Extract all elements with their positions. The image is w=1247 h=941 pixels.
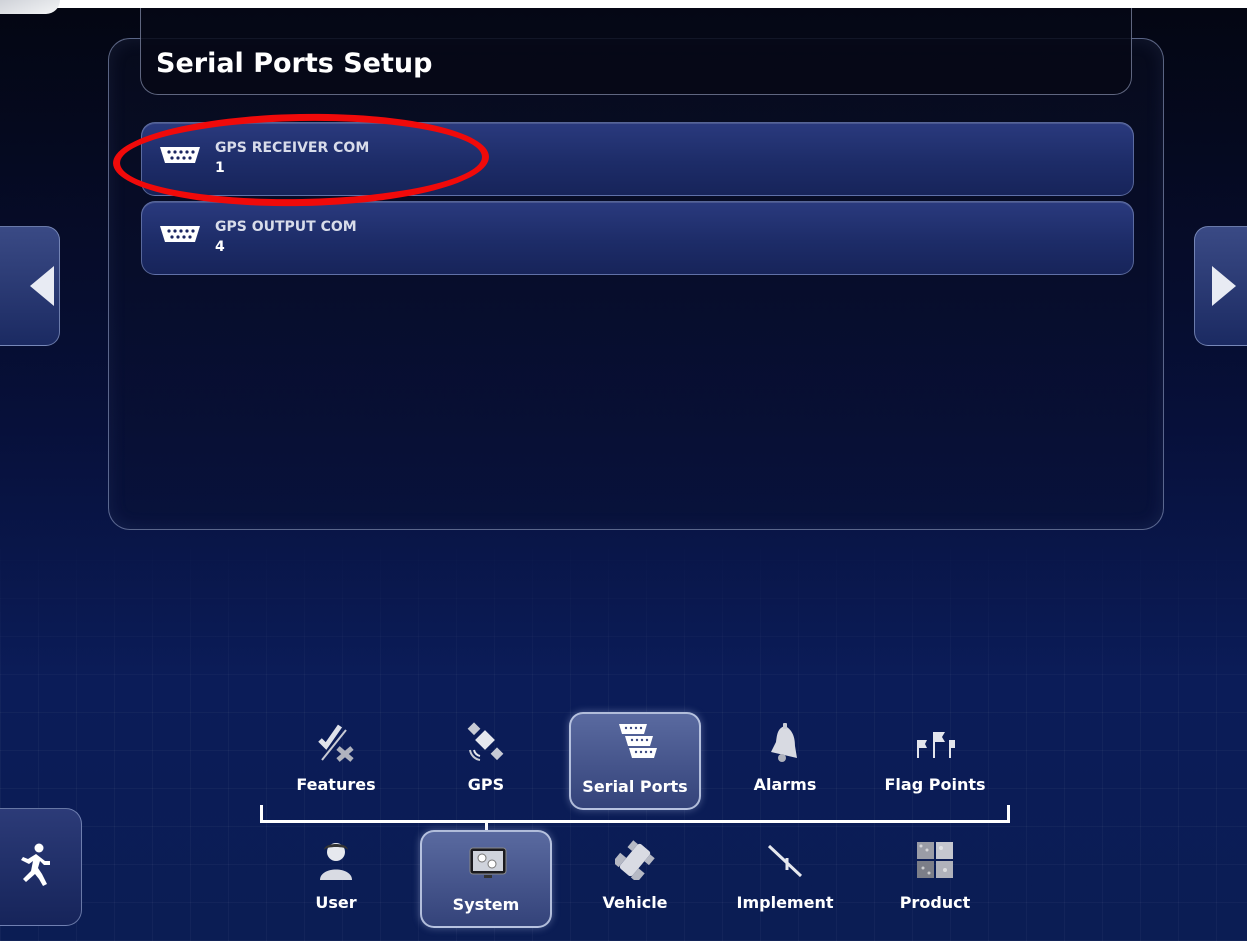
tab-label: System bbox=[452, 895, 520, 914]
next-page-button[interactable] bbox=[1194, 226, 1247, 346]
tab-alarms[interactable]: Alarms bbox=[719, 712, 851, 810]
tab-label: Product bbox=[899, 893, 971, 912]
port-value: 1 bbox=[215, 160, 225, 176]
tab-label: Alarms bbox=[753, 775, 817, 794]
top-bar bbox=[0, 0, 1247, 14]
right-arrow-icon bbox=[1212, 266, 1236, 306]
serial-ports-icon bbox=[619, 724, 657, 758]
tab-gps[interactable]: GPS bbox=[420, 712, 552, 810]
port-item-gps-receiver[interactable]: GPS RECEIVER COM 1 bbox=[141, 122, 1134, 196]
port-label: GPS RECEIVER COM bbox=[215, 140, 370, 156]
implement-icon bbox=[767, 844, 803, 878]
tab-label: Vehicle bbox=[602, 893, 668, 912]
check-x-icon bbox=[318, 724, 354, 762]
system-icon bbox=[469, 847, 507, 878]
tab-label: Implement bbox=[736, 893, 834, 912]
running-man-icon bbox=[21, 843, 50, 886]
tab-product[interactable]: Product bbox=[869, 830, 1001, 928]
exit-button[interactable] bbox=[0, 808, 82, 926]
product-icon bbox=[917, 842, 953, 878]
tab-user[interactable]: User bbox=[270, 830, 402, 928]
tab-features[interactable]: Features bbox=[270, 712, 402, 810]
tab-label: Flag Points bbox=[884, 775, 986, 794]
tab-label: GPS bbox=[467, 775, 505, 794]
tab-bracket bbox=[260, 820, 1010, 823]
tab-implement[interactable]: Implement bbox=[719, 830, 851, 928]
page-title: Serial Ports Setup bbox=[156, 48, 433, 79]
port-item-gps-output[interactable]: GPS OUTPUT COM 4 bbox=[141, 201, 1134, 275]
tab-vehicle[interactable]: Vehicle bbox=[569, 830, 701, 928]
tab-label: Serial Ports bbox=[582, 777, 688, 796]
left-arrow-icon bbox=[30, 266, 54, 306]
satellite-icon bbox=[467, 722, 504, 761]
tab-serial-ports[interactable]: Serial Ports bbox=[569, 712, 701, 810]
tab-bracket-right bbox=[1007, 805, 1010, 822]
tab-label: User bbox=[315, 893, 357, 912]
serial-port-icon bbox=[160, 147, 200, 163]
tab-label: Features bbox=[296, 775, 376, 794]
prev-page-button[interactable] bbox=[0, 226, 60, 346]
tab-bracket-left bbox=[260, 805, 263, 822]
tab-flag-points[interactable]: Flag Points bbox=[869, 712, 1001, 810]
flags-icon bbox=[917, 732, 955, 758]
serial-port-icon bbox=[160, 226, 200, 242]
user-icon bbox=[320, 843, 352, 880]
tab-system[interactable]: System bbox=[420, 830, 552, 928]
port-label: GPS OUTPUT COM bbox=[215, 219, 357, 235]
bell-icon bbox=[771, 723, 797, 762]
vehicle-icon bbox=[615, 840, 655, 880]
port-value: 4 bbox=[215, 239, 225, 255]
settings-panel bbox=[108, 38, 1164, 530]
